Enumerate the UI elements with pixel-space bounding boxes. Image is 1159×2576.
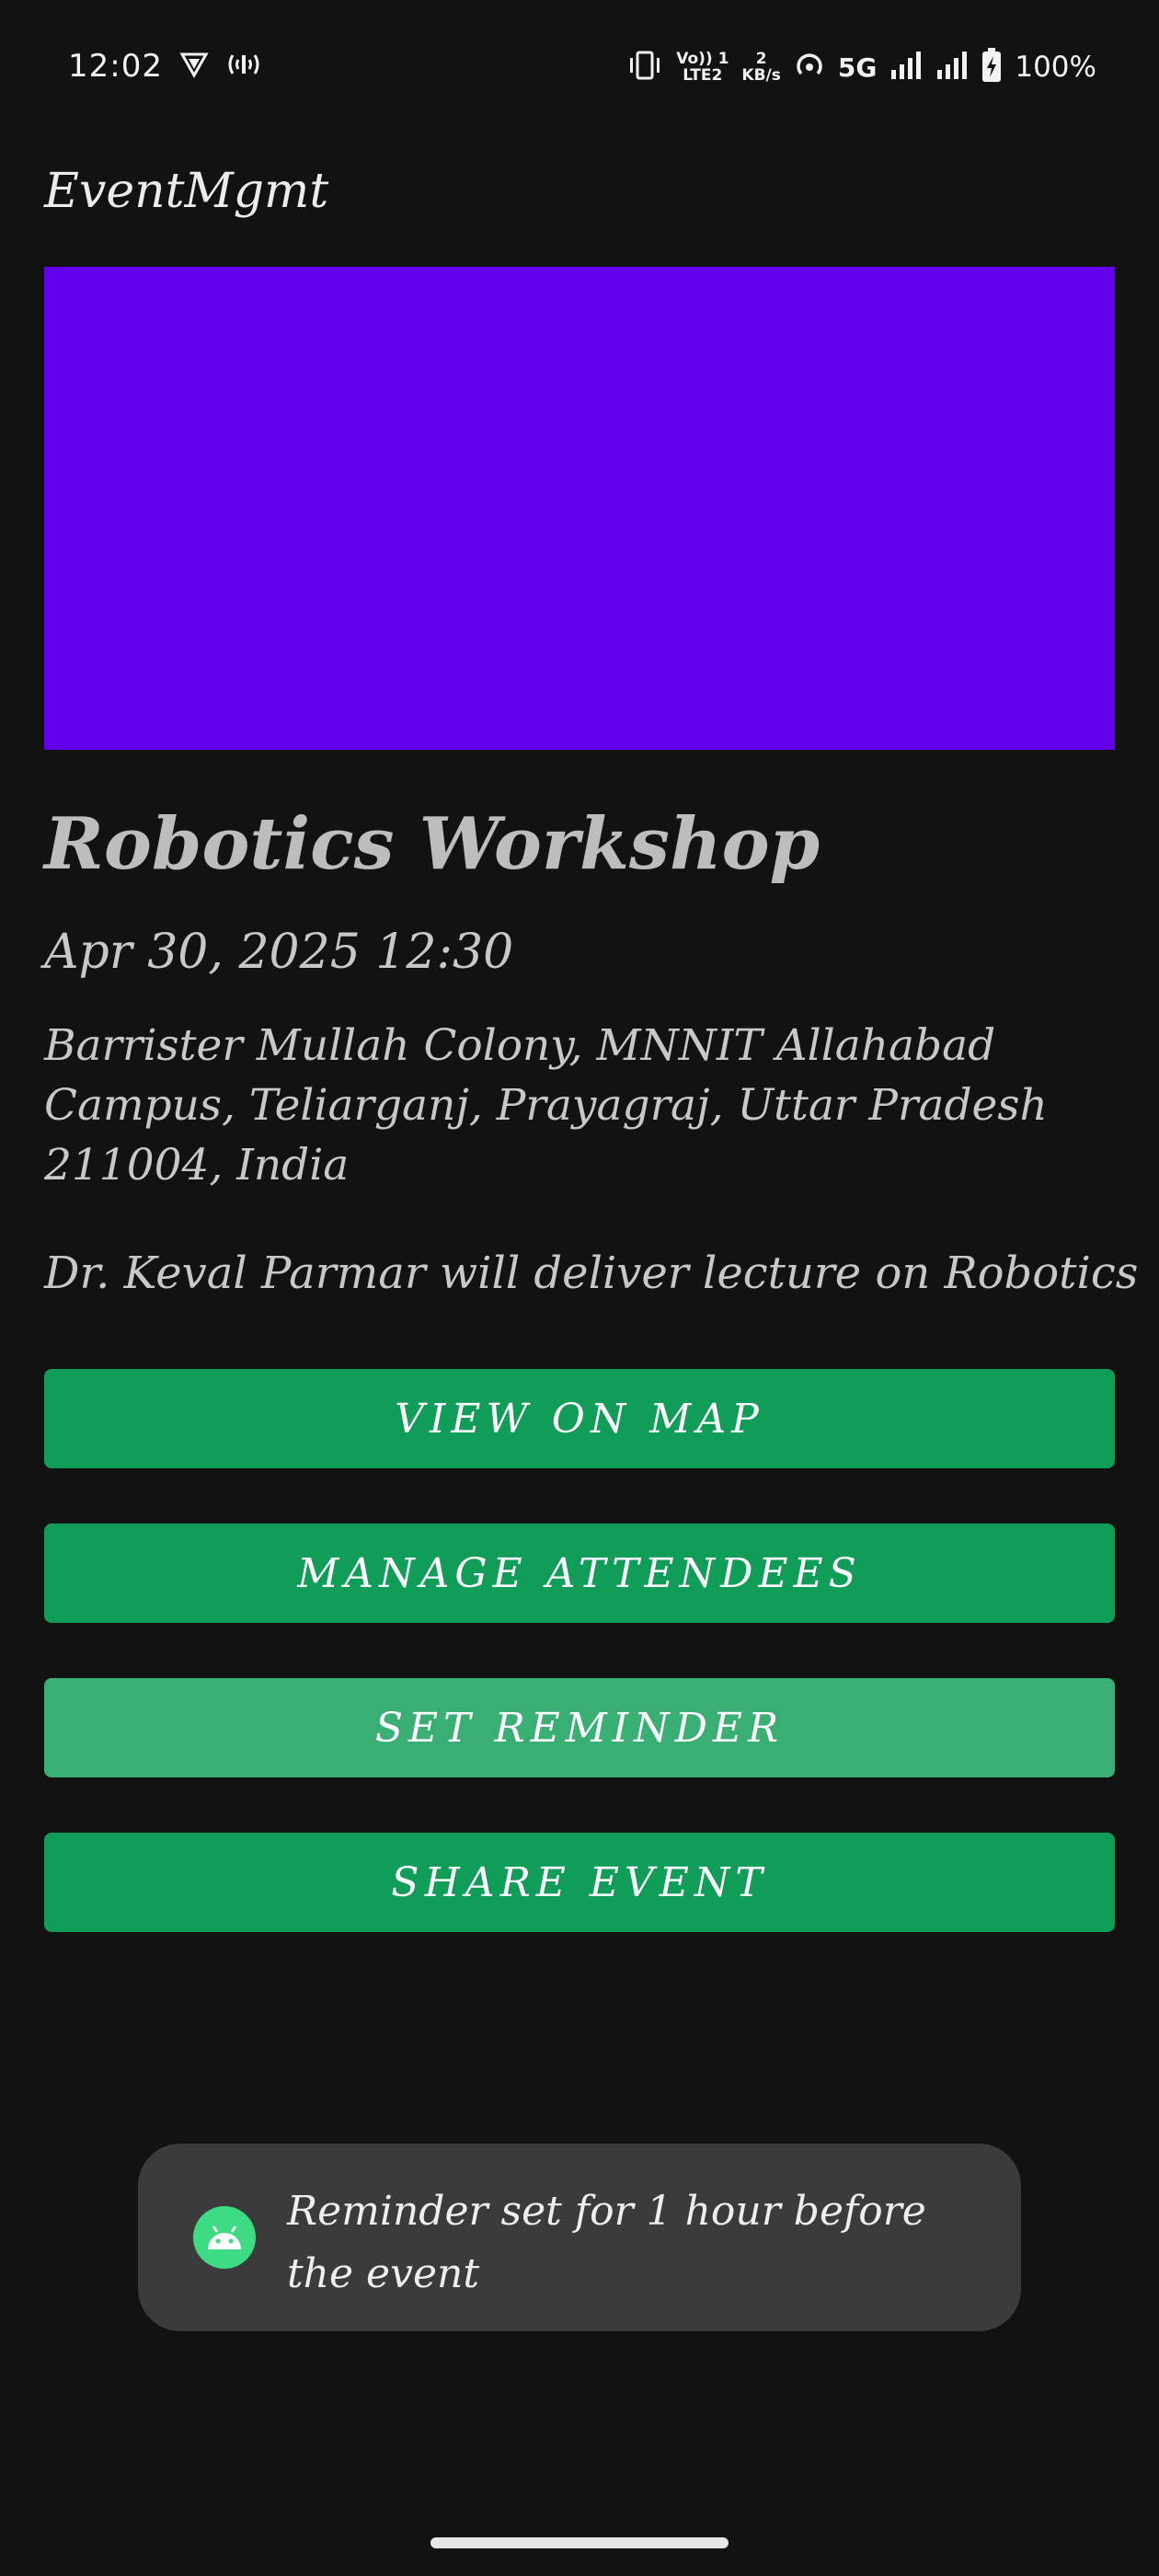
volte-indicator: Vo)) 1 LTE2 bbox=[676, 51, 729, 84]
status-right: Vo)) 1 LTE2 2 KB/s 5G 100% bbox=[626, 48, 1096, 86]
network-type: 5G bbox=[837, 52, 878, 83]
status-time: 12:02 bbox=[68, 48, 163, 85]
set-reminder-button[interactable]: SET REMINDER bbox=[44, 1678, 1115, 1777]
event-datetime: Apr 30, 2025 12:30 bbox=[44, 925, 514, 980]
event-description: Dr. Keval Parmar will deliver lecture on… bbox=[44, 1248, 1139, 1299]
battery-level: 100% bbox=[1015, 51, 1096, 84]
event-address: Barrister Mullah Colony, MNNIT Allahabad… bbox=[44, 1020, 1048, 1190]
manage-attendees-button[interactable]: MANAGE ATTENDEES bbox=[44, 1524, 1115, 1623]
hotspot-icon bbox=[225, 50, 262, 83]
android-icon bbox=[193, 2206, 256, 2269]
vpn-shield-icon bbox=[179, 50, 209, 83]
signal-icon bbox=[935, 50, 969, 85]
screen: 12:02 Vo)) 1 LTE2 2 KB/s 5G 100% EventMg… bbox=[0, 0, 1159, 2576]
volte-top: Vo)) 1 bbox=[676, 50, 729, 68]
signal-icon bbox=[889, 50, 923, 85]
event-banner-image bbox=[44, 267, 1115, 750]
status-left: 12:02 bbox=[68, 48, 262, 85]
wifi-hotspot-icon bbox=[794, 50, 825, 85]
event-title: Robotics Workshop bbox=[44, 802, 820, 886]
data-speed: 2 KB/s bbox=[741, 51, 780, 84]
battery-charging-icon bbox=[981, 48, 1002, 86]
toast-message: Reminder set for 1 hour before the event bbox=[287, 2188, 926, 2297]
volte-bottom: LTE2 bbox=[683, 66, 723, 85]
speed-unit: KB/s bbox=[741, 66, 781, 85]
app-title: EventMgmt bbox=[44, 164, 329, 219]
toast: Reminder set for 1 hour before the event bbox=[138, 2144, 1021, 2331]
vibrate-icon bbox=[626, 50, 663, 85]
share-event-button[interactable]: SHARE EVENT bbox=[44, 1833, 1115, 1932]
view-on-map-button[interactable]: VIEW ON MAP bbox=[44, 1369, 1115, 1468]
gesture-nav-handle[interactable] bbox=[430, 2537, 729, 2548]
status-bar: 12:02 Vo)) 1 LTE2 2 KB/s 5G 100% bbox=[0, 0, 1159, 138]
speed-value: 2 bbox=[755, 50, 767, 68]
